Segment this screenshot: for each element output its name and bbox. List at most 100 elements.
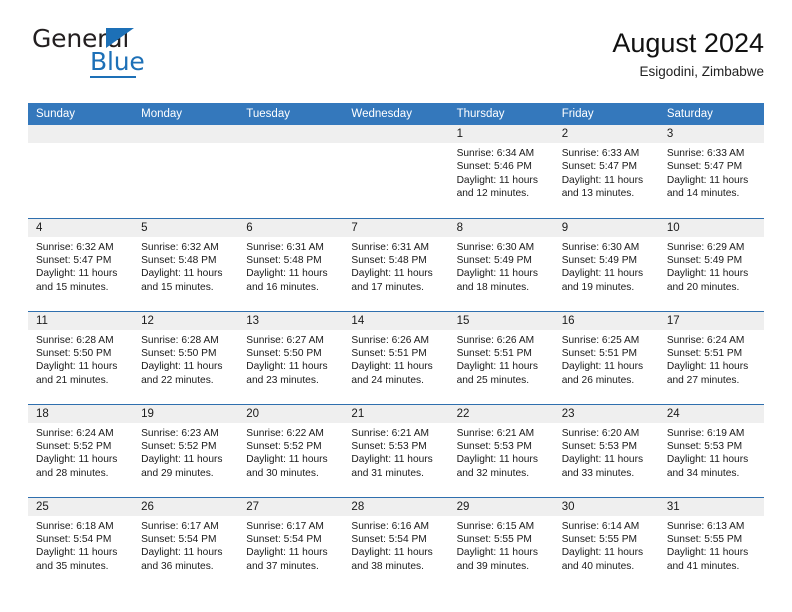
sunrise-time: Sunrise: 6:17 AM	[246, 520, 324, 532]
daylight-duration-line2: and 41 minutes.	[666, 560, 740, 572]
calendar-day-cell[interactable]: 26 Sunrise: 6:17 AM Sunset: 5:54 PM Dayligh…	[133, 496, 239, 590]
day-details: Sunrise: 6:32 AM Sunset: 5:47 PM Daylight:…	[28, 237, 133, 295]
calendar-day-cell[interactable]: 21 Sunrise: 6:21 AM Sunset: 5:53 PM Dayligh…	[343, 403, 449, 497]
daylight-duration-line1: Daylight: 11 hours	[666, 547, 749, 559]
sunrise-time: Sunrise: 6:25 AM	[561, 334, 640, 346]
calendar-header-row: Sunday Monday Tuesday Wednesday Thursday Frid…	[28, 103, 764, 125]
daylight-duration-line2: and 14 minutes.	[666, 188, 740, 200]
sunrise-time: Sunrise: 6:28 AM	[141, 334, 219, 346]
daylight-duration-line1: Daylight: 11 hours	[561, 174, 644, 186]
general-blue-logo[interactable]: General Blue	[28, 26, 168, 78]
calendar-day-cell[interactable]: 19 Sunrise: 6:23 AM Sunset: 5:52 PM Dayligh…	[133, 403, 239, 497]
sunrise-time: Sunrise: 6:19 AM	[666, 427, 745, 439]
calendar-day-cell[interactable]: 15 Sunrise: 6:26 AM Sunset: 5:51 PM Dayligh…	[448, 310, 554, 404]
calendar-day-cell[interactable]: 18 Sunrise: 6:24 AM Sunset: 5:52 PM Dayligh…	[28, 403, 134, 497]
sunset-time: Sunset: 5:52 PM	[141, 440, 217, 452]
calendar-day-cell[interactable]: 6 Sunrise: 6:31 AM Sunset: 5:48 PM Daylight…	[238, 217, 344, 311]
column-header-tuesday: Tuesday	[238, 103, 344, 125]
sunrise-time: Sunrise: 6:28 AM	[36, 334, 114, 346]
page-title: August 2024	[612, 28, 764, 58]
day-number: 13	[238, 311, 344, 330]
day-number: 9	[553, 218, 659, 237]
day-number: 2	[553, 125, 659, 143]
sunrise-time: Sunrise: 6:32 AM	[141, 241, 219, 253]
calendar-page: General Blue August 2024 Esigodini, Zimb…	[0, 0, 792, 612]
sunrise-time: Sunrise: 6:13 AM	[666, 520, 745, 532]
calendar-day-cell[interactable]: 24 Sunrise: 6:19 AM Sunset: 5:53 PM Dayligh…	[658, 403, 764, 497]
daylight-duration-line2: and 15 minutes.	[36, 281, 109, 293]
day-number: 7	[343, 218, 449, 237]
day-details: Sunrise: 6:28 AM Sunset: 5:50 PM Daylight:…	[133, 330, 238, 388]
day-number: 29	[448, 497, 554, 516]
daylight-duration-line2: and 37 minutes.	[246, 560, 319, 572]
title-block: August 2024 Esigodini, Zimbabwe	[612, 26, 764, 80]
sunset-time: Sunset: 5:50 PM	[246, 347, 322, 359]
calendar-week-row: 1 Sunrise: 6:34 AM Sunset: 5:46 PM Daylight…	[28, 125, 764, 218]
sunset-time: Sunset: 5:53 PM	[351, 440, 427, 452]
calendar-day-cell[interactable]: 28 Sunrise: 6:16 AM Sunset: 5:54 PM Dayligh…	[343, 496, 449, 590]
day-details: Sunrise: 6:26 AM Sunset: 5:51 PM Daylight:…	[343, 330, 448, 388]
calendar-day-cell[interactable]: 20 Sunrise: 6:22 AM Sunset: 5:52 PM Dayligh…	[238, 403, 344, 497]
sunrise-time: Sunrise: 6:16 AM	[351, 520, 430, 532]
daylight-duration-line1: Daylight: 11 hours	[666, 454, 749, 466]
daylight-duration-line2: and 20 minutes.	[666, 281, 740, 293]
calendar-day-cell[interactable]: 8 Sunrise: 6:30 AM Sunset: 5:49 PM Daylight…	[448, 217, 554, 311]
daylight-duration-line1: Daylight: 11 hours	[246, 454, 328, 466]
day-number: 6	[238, 218, 344, 237]
day-details: Sunrise: 6:29 AM Sunset: 5:49 PM Daylight:…	[659, 237, 764, 295]
sunset-time: Sunset: 5:55 PM	[456, 533, 532, 545]
calendar-day-cell[interactable]: 5 Sunrise: 6:32 AM Sunset: 5:48 PM Daylight…	[133, 217, 239, 311]
calendar-day-cell[interactable]: 16 Sunrise: 6:25 AM Sunset: 5:51 PM Dayligh…	[553, 310, 659, 404]
daylight-duration-line2: and 30 minutes.	[246, 467, 319, 479]
day-details: Sunrise: 6:34 AM Sunset: 5:46 PM Daylight:…	[449, 143, 554, 201]
daylight-duration-line2: and 15 minutes.	[141, 281, 214, 293]
daylight-duration-line2: and 36 minutes.	[141, 560, 214, 572]
daylight-duration-line1: Daylight: 11 hours	[141, 361, 223, 373]
logo-underline	[90, 76, 136, 78]
sunrise-time: Sunrise: 6:24 AM	[36, 427, 114, 439]
calendar-day-cell[interactable]: 23 Sunrise: 6:20 AM Sunset: 5:53 PM Dayligh…	[553, 403, 659, 497]
calendar-day-cell[interactable]: 12 Sunrise: 6:28 AM Sunset: 5:50 PM Dayligh…	[133, 310, 239, 404]
triangle-icon	[106, 28, 134, 48]
sunset-time: Sunset: 5:51 PM	[351, 347, 427, 359]
daylight-duration-line1: Daylight: 11 hours	[246, 361, 328, 373]
sunset-time: Sunset: 5:49 PM	[456, 254, 532, 266]
calendar-day-cell[interactable]: 13 Sunrise: 6:27 AM Sunset: 5:50 PM Dayligh…	[238, 310, 344, 404]
calendar-day-cell[interactable]: 30 Sunrise: 6:14 AM Sunset: 5:55 PM Dayligh…	[553, 496, 659, 590]
calendar-day-cell[interactable]: 4 Sunrise: 6:32 AM Sunset: 5:47 PM Daylight…	[28, 217, 134, 311]
calendar-day-cell[interactable]: 10 Sunrise: 6:29 AM Sunset: 5:49 PM Dayligh…	[658, 217, 764, 311]
sunrise-time: Sunrise: 6:33 AM	[666, 148, 745, 159]
sunset-time: Sunset: 5:53 PM	[666, 440, 743, 452]
calendar-day-cell[interactable]: 29 Sunrise: 6:15 AM Sunset: 5:55 PM Dayligh…	[448, 496, 554, 590]
day-details: Sunrise: 6:24 AM Sunset: 5:51 PM Daylight:…	[659, 330, 764, 388]
sunset-time: Sunset: 5:54 PM	[351, 533, 427, 545]
calendar-day-cell[interactable]: 3 Sunrise: 6:33 AM Sunset: 5:47 PM Daylight…	[658, 125, 764, 218]
calendar-day-cell[interactable]: 7 Sunrise: 6:31 AM Sunset: 5:48 PM Daylight…	[343, 217, 449, 311]
daylight-duration-line1: Daylight: 11 hours	[456, 454, 538, 466]
calendar-day-cell[interactable]: 14 Sunrise: 6:26 AM Sunset: 5:51 PM Dayligh…	[343, 310, 449, 404]
calendar-day-cell[interactable]: 9 Sunrise: 6:30 AM Sunset: 5:49 PM Daylight…	[553, 217, 659, 311]
day-details: Sunrise: 6:18 AM Sunset: 5:54 PM Daylight:…	[28, 516, 133, 574]
calendar-day-cell[interactable]: 1 Sunrise: 6:34 AM Sunset: 5:46 PM Daylight…	[448, 125, 554, 218]
sunset-time: Sunset: 5:50 PM	[36, 347, 112, 359]
sunrise-time: Sunrise: 6:23 AM	[141, 427, 219, 439]
sunset-time: Sunset: 5:51 PM	[666, 347, 743, 359]
calendar-day-cell[interactable]: 25 Sunrise: 6:18 AM Sunset: 5:54 PM Dayligh…	[28, 496, 134, 590]
daylight-duration-line1: Daylight: 11 hours	[561, 454, 644, 466]
calendar-day-cell[interactable]: 27 Sunrise: 6:17 AM Sunset: 5:54 PM Dayligh…	[238, 496, 344, 590]
calendar-day-cell[interactable]: 31 Sunrise: 6:13 AM Sunset: 5:55 PM Dayligh…	[658, 496, 764, 590]
calendar-day-cell[interactable]: 17 Sunrise: 6:24 AM Sunset: 5:51 PM Dayligh…	[658, 310, 764, 404]
sunset-time: Sunset: 5:50 PM	[141, 347, 217, 359]
calendar-day-cell[interactable]: 22 Sunrise: 6:21 AM Sunset: 5:53 PM Dayligh…	[448, 403, 554, 497]
daylight-duration-line1: Daylight: 11 hours	[351, 268, 433, 280]
sunrise-time: Sunrise: 6:31 AM	[351, 241, 430, 253]
daylight-duration-line1: Daylight: 11 hours	[246, 268, 328, 280]
daylight-duration-line1: Daylight: 11 hours	[141, 454, 223, 466]
day-details: Sunrise: 6:31 AM Sunset: 5:48 PM Daylight:…	[238, 237, 343, 295]
calendar-day-cell-empty	[133, 125, 239, 218]
calendar-day-cell[interactable]: 2 Sunrise: 6:33 AM Sunset: 5:47 PM Daylight…	[553, 125, 659, 218]
day-number	[133, 125, 239, 143]
daylight-duration-line1: Daylight: 11 hours	[351, 547, 433, 559]
calendar-day-cell[interactable]: 11 Sunrise: 6:28 AM Sunset: 5:50 PM Dayligh…	[28, 310, 134, 404]
daylight-duration-line1: Daylight: 11 hours	[456, 547, 538, 559]
